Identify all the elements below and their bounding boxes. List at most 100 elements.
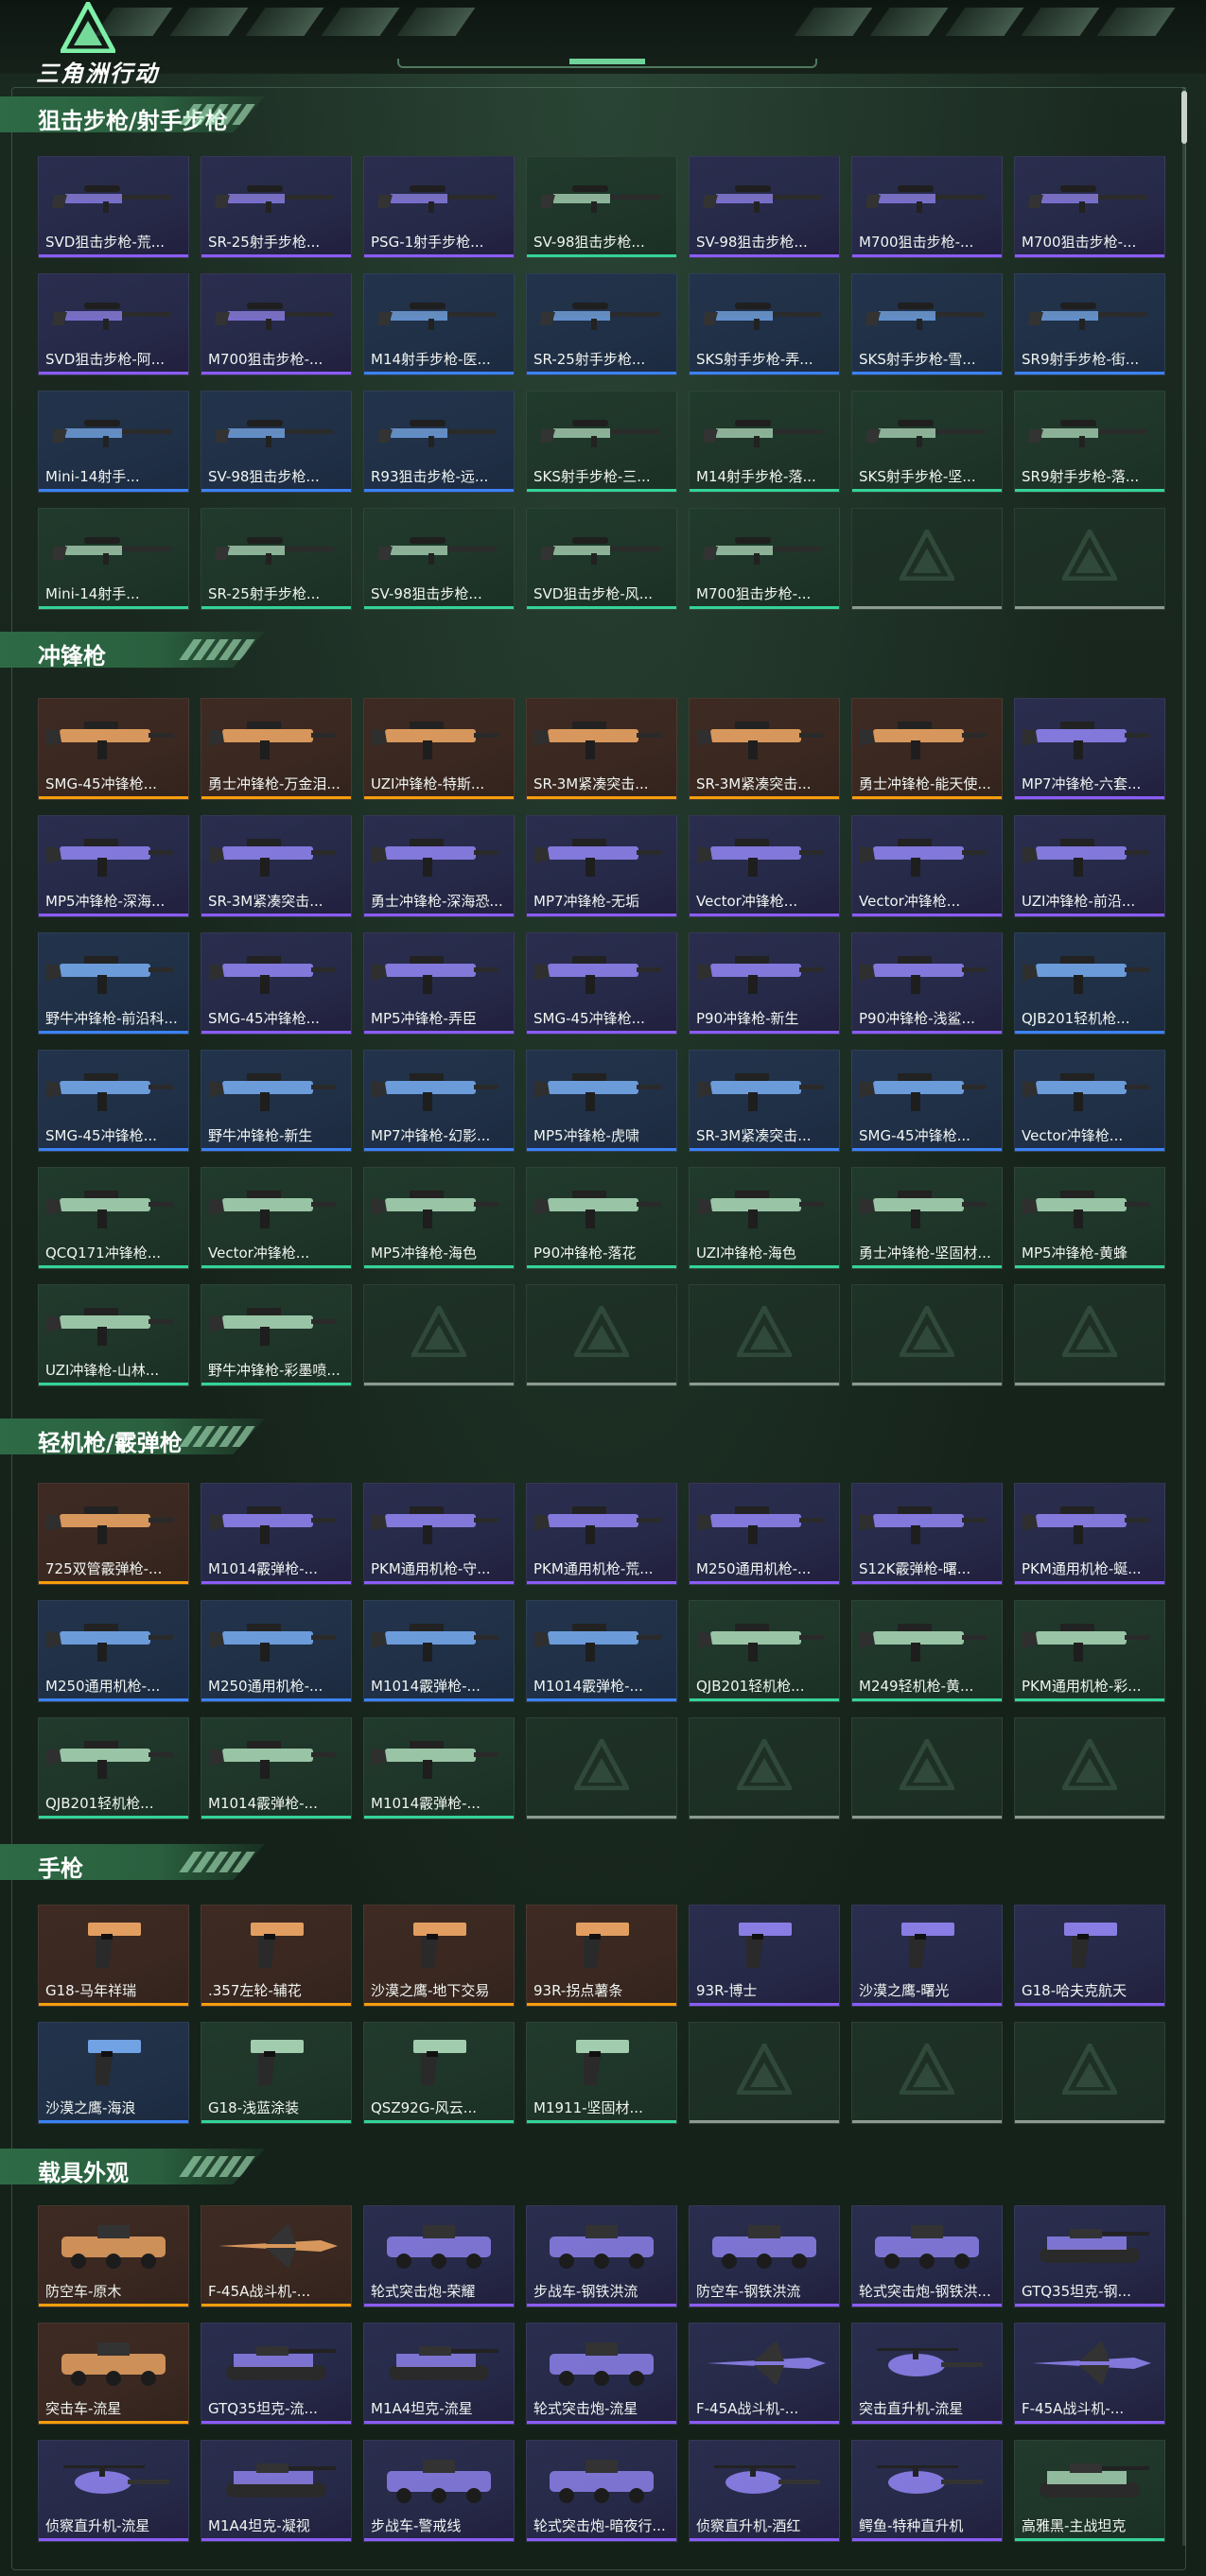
item-card[interactable]: M700狙击步枪-... — [201, 273, 352, 375]
item-card[interactable]: Vector冲锋枪... — [851, 815, 1003, 917]
item-card[interactable]: QCQ171冲锋枪... — [38, 1167, 189, 1269]
item-card[interactable]: S12K霰弹枪-曙... — [851, 1483, 1003, 1585]
item-card[interactable]: SMG-45冲锋枪... — [851, 1050, 1003, 1152]
item-card[interactable]: M1014霰弹枪-... — [363, 1717, 515, 1819]
item-card[interactable]: SVD狙击步枪-风... — [526, 508, 677, 610]
item-card[interactable]: 轮式突击炮-暗夜行... — [526, 2440, 677, 2542]
item-card[interactable]: M700狙击步枪-... — [1014, 156, 1165, 258]
item-card[interactable]: 沙漠之鹰-地下交易 — [363, 1905, 515, 2007]
item-card[interactable]: SV-98狙击步枪... — [201, 391, 352, 493]
item-card[interactable]: UZI冲锋枪-特斯... — [363, 698, 515, 800]
item-card[interactable]: PKM通用机枪-彩... — [1014, 1600, 1165, 1702]
item-card[interactable]: Mini-14射手... — [38, 508, 189, 610]
item-card[interactable]: SR-3M紧凑突击... — [689, 1050, 840, 1152]
item-card[interactable]: 步战车-钢铁洪流 — [526, 2205, 677, 2307]
item-card[interactable]: 突击直升机-流星 — [851, 2323, 1003, 2425]
item-card[interactable]: G18-马年祥瑞 — [38, 1905, 189, 2007]
item-card[interactable]: 轮式突击炮-钢铁洪... — [851, 2205, 1003, 2307]
item-card[interactable]: UZI冲锋枪-山林... — [38, 1284, 189, 1386]
item-card[interactable]: P90冲锋枪-浅鲨... — [851, 932, 1003, 1035]
item-card[interactable]: UZI冲锋枪-海色 — [689, 1167, 840, 1269]
item-card[interactable]: R93狙击步枪-远... — [363, 391, 515, 493]
item-card[interactable]: SKS射手步枪-弄... — [689, 273, 840, 375]
item-card[interactable]: M1911-坚固材... — [526, 2022, 677, 2124]
item-card[interactable]: PKM通用机枪-荒... — [526, 1483, 677, 1585]
item-card[interactable]: M14射手步枪-落... — [689, 391, 840, 493]
item-card[interactable]: M250通用机枪-... — [689, 1483, 840, 1585]
item-card[interactable]: SV-98狙击步枪... — [363, 508, 515, 610]
item-card[interactable]: M700狙击步枪-... — [689, 508, 840, 610]
item-card[interactable]: 轮式突击炮-荣耀 — [363, 2205, 515, 2307]
item-card[interactable]: 93R-博士 — [689, 1905, 840, 2007]
item-card[interactable]: G18-哈夫克航天 — [1014, 1905, 1165, 2007]
item-card[interactable]: SKS射手步枪-三... — [526, 391, 677, 493]
item-card[interactable]: 725双管霰弹枪-... — [38, 1483, 189, 1585]
item-card[interactable]: F-45A战斗机-... — [689, 2323, 840, 2425]
item-card[interactable]: SR-25射手步枪... — [526, 273, 677, 375]
item-card[interactable]: M1014霰弹枪-... — [201, 1717, 352, 1819]
item-card[interactable]: SR-3M紧凑突击... — [689, 698, 840, 800]
item-card[interactable]: GTQ35坦克-钢... — [1014, 2205, 1165, 2307]
item-card[interactable]: QJB201轻机枪... — [38, 1717, 189, 1819]
item-card[interactable]: 侦察直升机-流星 — [38, 2440, 189, 2542]
item-card[interactable]: SV-98狙击步枪... — [526, 156, 677, 258]
item-card[interactable]: MP7冲锋枪-幻影... — [363, 1050, 515, 1152]
item-card[interactable]: SVD狙击步枪-阿... — [38, 273, 189, 375]
item-card[interactable]: SR9射手步枪-街... — [1014, 273, 1165, 375]
item-card[interactable]: 野牛冲锋枪-前沿科... — [38, 932, 189, 1035]
item-card[interactable]: SVD狙击步枪-荒... — [38, 156, 189, 258]
item-card[interactable]: SMG-45冲锋枪... — [38, 698, 189, 800]
item-card[interactable]: 沙漠之鹰-曙光 — [851, 1905, 1003, 2007]
item-card[interactable]: M700狙击步枪-... — [851, 156, 1003, 258]
item-card[interactable]: SV-98狙击步枪... — [689, 156, 840, 258]
item-card[interactable]: UZI冲锋枪-前沿... — [1014, 815, 1165, 917]
item-card[interactable]: PKM通用机枪-守... — [363, 1483, 515, 1585]
item-card[interactable]: 防空车-原木 — [38, 2205, 189, 2307]
item-card[interactable]: MP5冲锋枪-弄臣 — [363, 932, 515, 1035]
item-card[interactable]: MP7冲锋枪-六套... — [1014, 698, 1165, 800]
item-card[interactable]: 野牛冲锋枪-新生 — [201, 1050, 352, 1152]
item-card[interactable]: M14射手步枪-医... — [363, 273, 515, 375]
item-card[interactable]: F-45A战斗机-... — [201, 2205, 352, 2307]
item-card[interactable]: .357左轮-辅花 — [201, 1905, 352, 2007]
item-card[interactable]: 轮式突击炮-流星 — [526, 2323, 677, 2425]
item-card[interactable]: M1014霰弹枪-... — [526, 1600, 677, 1702]
item-card[interactable]: GTQ35坦克-流... — [201, 2323, 352, 2425]
item-card[interactable]: SMG-45冲锋枪... — [526, 932, 677, 1035]
item-card[interactable]: F-45A战斗机-... — [1014, 2323, 1165, 2425]
item-card[interactable]: Vector冲锋枪... — [1014, 1050, 1165, 1152]
item-card[interactable]: 勇士冲锋枪-能天使... — [851, 698, 1003, 800]
item-card[interactable]: MP5冲锋枪-虎啸 — [526, 1050, 677, 1152]
item-card[interactable]: 突击车-流星 — [38, 2323, 189, 2425]
item-card[interactable]: 勇士冲锋枪-坚固材... — [851, 1167, 1003, 1269]
item-card[interactable]: SR-3M紧凑突击... — [526, 698, 677, 800]
item-card[interactable]: 沙漠之鹰-海浪 — [38, 2022, 189, 2124]
scrollbar-thumb[interactable] — [1181, 91, 1187, 144]
item-card[interactable]: QJB201轻机枪... — [1014, 932, 1165, 1035]
item-card[interactable]: MP7冲锋枪-无垢 — [526, 815, 677, 917]
item-card[interactable]: M1A4坦克-凝视 — [201, 2440, 352, 2542]
item-card[interactable]: PSG-1射手步枪... — [363, 156, 515, 258]
item-card[interactable]: SR-25射手步枪... — [201, 156, 352, 258]
item-card[interactable]: M1A4坦克-流星 — [363, 2323, 515, 2425]
item-card[interactable]: MP5冲锋枪-海色 — [363, 1167, 515, 1269]
item-card[interactable]: 鳄鱼-特种直升机 — [851, 2440, 1003, 2542]
item-card[interactable]: M1014霰弹枪-... — [363, 1600, 515, 1702]
item-card[interactable]: 防空车-钢铁洪流 — [689, 2205, 840, 2307]
item-card[interactable]: Vector冲锋枪... — [201, 1167, 352, 1269]
item-card[interactable]: M250通用机枪-... — [201, 1600, 352, 1702]
item-card[interactable]: SR-25射手步枪... — [201, 508, 352, 610]
item-card[interactable]: SMG-45冲锋枪... — [201, 932, 352, 1035]
item-card[interactable]: G18-浅蓝涂装 — [201, 2022, 352, 2124]
item-card[interactable]: SR9射手步枪-落... — [1014, 391, 1165, 493]
item-card[interactable]: PKM通用机枪-蜒... — [1014, 1483, 1165, 1585]
item-card[interactable]: Mini-14射手... — [38, 391, 189, 493]
item-card[interactable]: MP5冲锋枪-深海... — [38, 815, 189, 917]
item-card[interactable]: P90冲锋枪-新生 — [689, 932, 840, 1035]
item-card[interactable]: QJB201轻机枪... — [689, 1600, 840, 1702]
item-card[interactable]: 步战车-警戒线 — [363, 2440, 515, 2542]
item-card[interactable]: 勇士冲锋枪-万金泪... — [201, 698, 352, 800]
item-card[interactable]: SKS射手步枪-雪... — [851, 273, 1003, 375]
item-card[interactable]: SKS射手步枪-坚... — [851, 391, 1003, 493]
item-card[interactable]: M250通用机枪-... — [38, 1600, 189, 1702]
